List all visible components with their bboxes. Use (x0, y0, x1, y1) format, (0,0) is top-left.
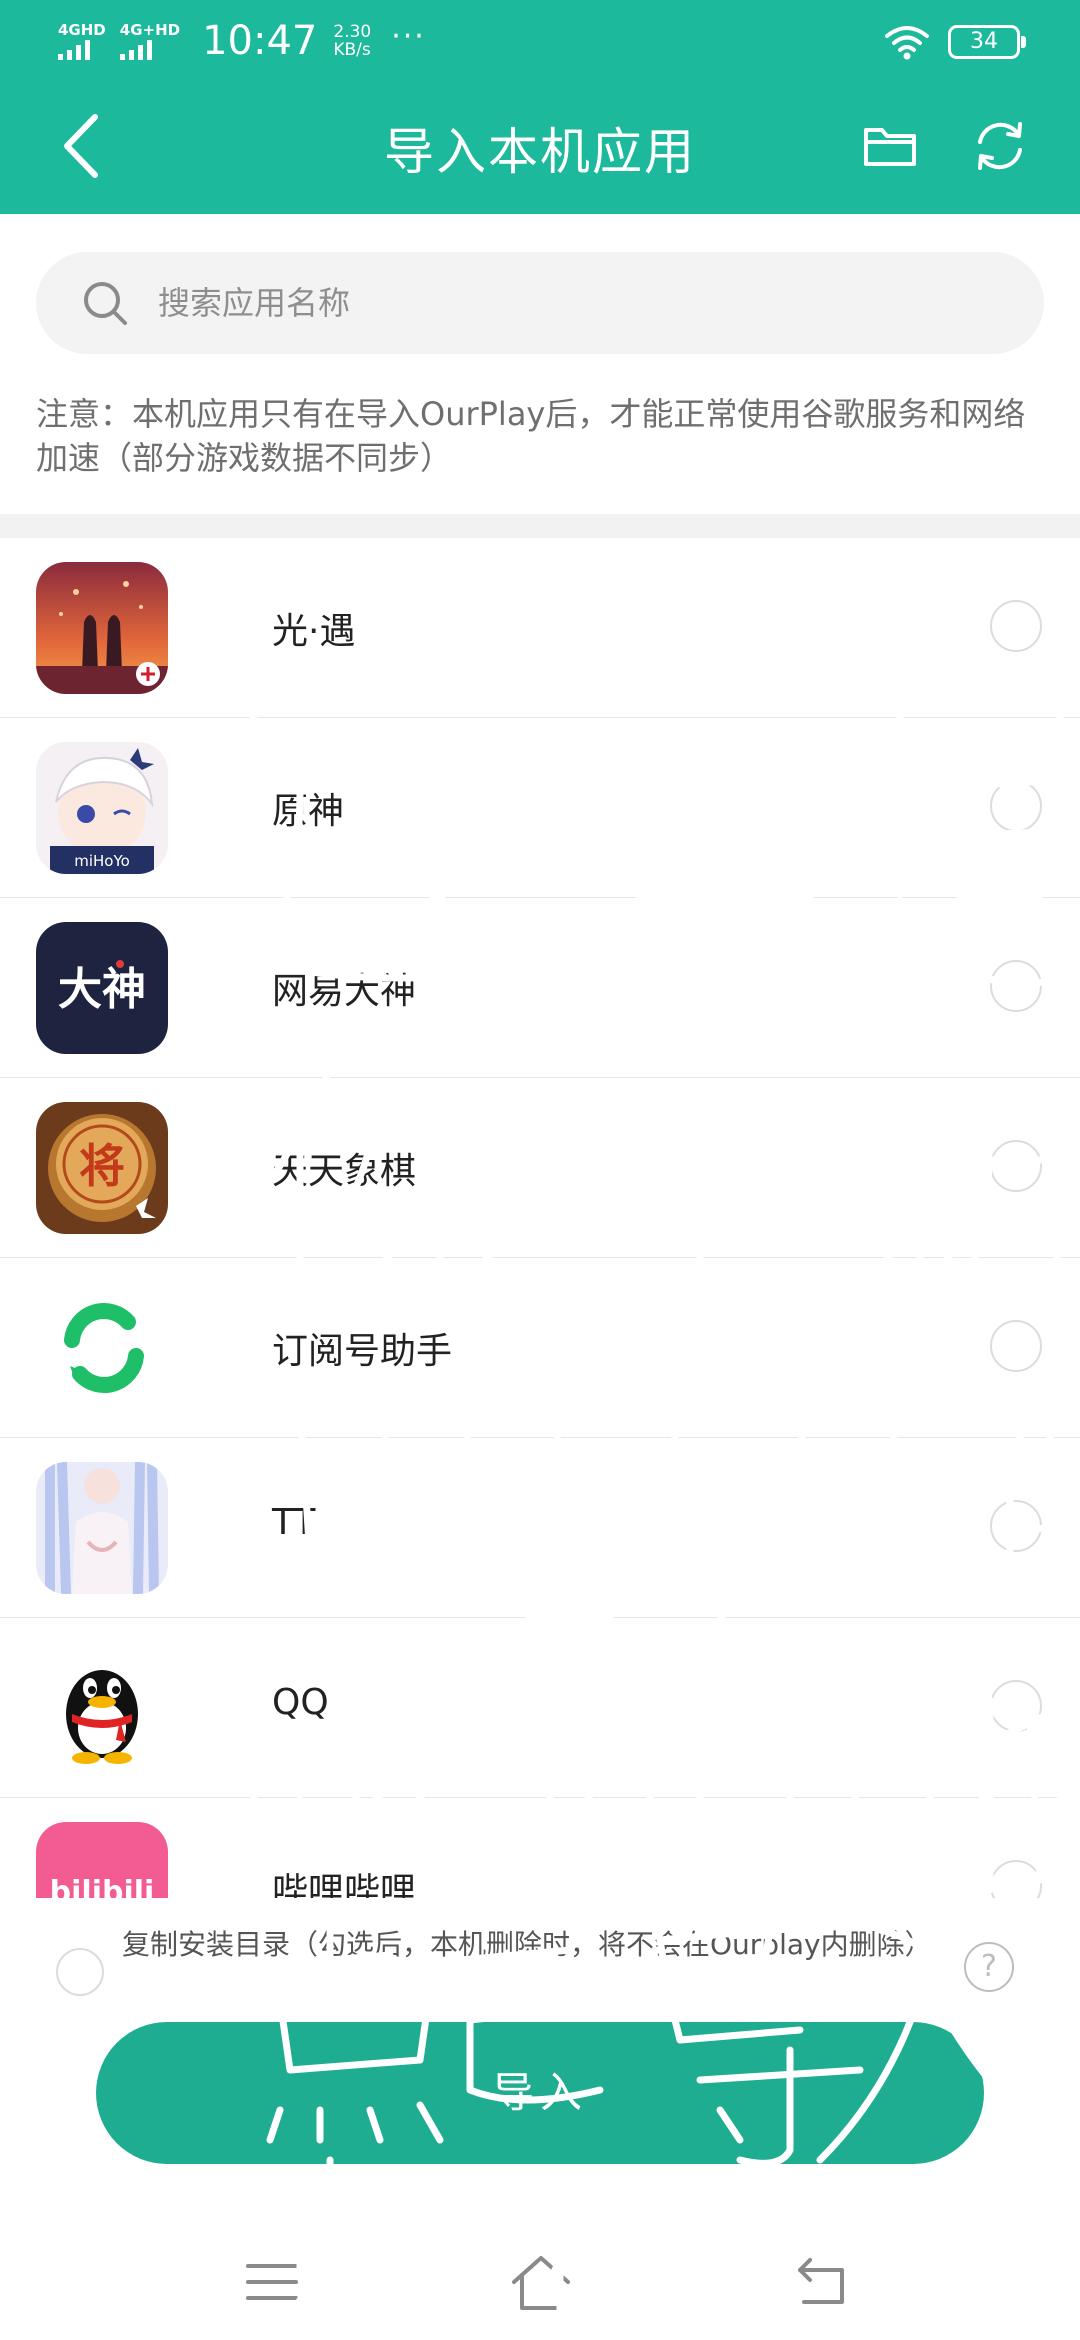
search-bar[interactable] (36, 252, 1044, 354)
import-button[interactable]: 导入 (96, 2022, 984, 2164)
app-name: TT (272, 1502, 316, 1543)
select-radio[interactable] (990, 960, 1042, 1012)
page-title: 导入本机应用 (384, 123, 696, 181)
chess-app-icon: 将 (36, 1102, 168, 1234)
signal-1-label: 4GHD (58, 20, 106, 39)
select-radio[interactable] (990, 1500, 1042, 1552)
notice-text: 注意：本机应用只有在导入OurPlay后，才能正常使用谷歌服务和网络加速（部分游… (36, 395, 1026, 477)
status-time: 10:47 (202, 18, 318, 64)
app-name: 光·遇 (272, 611, 356, 652)
network-speed: 2.30 KB/s (333, 23, 371, 59)
signal-2-label: 4G+HD (119, 20, 181, 39)
bilibili-app-icon: bilibili (36, 1822, 168, 1898)
battery-icon: 34 (948, 25, 1026, 59)
menu-icon[interactable] (244, 2260, 300, 2304)
bilibili-icon-label: bilibili (50, 1875, 155, 1898)
search-icon (84, 282, 127, 325)
wifi-icon (885, 26, 929, 60)
subscription-assistant-app-icon (36, 1282, 168, 1414)
back-arrow-icon[interactable] (792, 2256, 854, 2308)
list-item[interactable]: miHoYo 原神 (0, 718, 1080, 898)
search-input[interactable] (158, 284, 958, 322)
select-radio[interactable] (990, 1320, 1042, 1372)
app-name: 订阅号助手 (272, 1331, 453, 1372)
list-item[interactable]: QQ (0, 1618, 1080, 1798)
list-item[interactable]: 订阅号助手 (0, 1258, 1080, 1438)
copy-install-dir-label: 复制安装目录（勾选后，本机删除时，将不会在Ourplay内删除） (122, 1928, 933, 1961)
list-item[interactable]: bilibili 哔哩哔哩 (0, 1798, 1080, 1898)
select-radio[interactable] (990, 1140, 1042, 1192)
signal-2-icon: 4G+HD (119, 20, 181, 60)
sky-app-icon (36, 562, 168, 694)
system-nav-bar (0, 2232, 1080, 2340)
network-speed-value: 2.30 (333, 22, 372, 42)
select-radio[interactable] (990, 780, 1042, 832)
chess-icon-label: 将 (79, 1139, 125, 1193)
signal-1-icon: 4GHD (58, 20, 106, 60)
tt-app-icon (36, 1462, 168, 1594)
app-name: 天天象棋 (272, 1151, 417, 1192)
app-header: 4GHD 4G+HD 10:47 2.30 KB/s ··· 34 导入本机应用 (0, 0, 1080, 214)
app-name: 哔哩哔哩 (272, 1871, 417, 1898)
status-bar: 4GHD 4G+HD 10:47 2.30 KB/s ··· 34 (0, 0, 1080, 84)
refresh-button[interactable] (970, 116, 1030, 176)
help-icon[interactable]: ? (964, 1942, 1014, 1992)
copy-install-dir-checkbox[interactable] (56, 1948, 104, 1996)
netease-dashen-app-icon: 大神 (36, 922, 168, 1054)
section-divider (0, 514, 1080, 538)
more-notifications-icon: ··· (391, 18, 426, 54)
nav-bar: 导入本机应用 (0, 96, 1080, 196)
select-radio[interactable] (990, 1860, 1042, 1898)
list-item[interactable]: 光·遇 (0, 538, 1080, 718)
folder-icon (864, 128, 916, 166)
qq-app-icon (36, 1642, 168, 1774)
select-radio[interactable] (990, 600, 1042, 652)
list-item[interactable]: TT (0, 1438, 1080, 1618)
select-radio[interactable] (990, 1680, 1042, 1732)
app-name: 网易大神 (272, 971, 417, 1012)
refresh-icon (978, 122, 1022, 170)
home-icon[interactable] (508, 2252, 574, 2312)
folder-button[interactable] (862, 118, 918, 174)
genshin-app-icon: miHoYo (36, 742, 168, 874)
genshin-icon-label: miHoYo (74, 852, 130, 870)
copy-install-dir-option[interactable]: 复制安装目录（勾选后，本机删除时，将不会在Ourplay内删除） ? (0, 1928, 1080, 2018)
list-item[interactable]: 大神 网易大神 (0, 898, 1080, 1078)
dashen-icon-label: 大神 (58, 964, 146, 1015)
app-list: 光·遇 miHoYo 原神 大神 网易大神 将 天天象棋 订阅号助手 TT QQ… (0, 538, 1080, 1898)
bottom-panel: 复制安装目录（勾选后，本机删除时，将不会在Ourplay内删除） ? 导入 (0, 1898, 1080, 2340)
app-name: QQ (272, 1682, 329, 1723)
list-item[interactable]: 将 天天象棋 (0, 1078, 1080, 1258)
app-name: 原神 (272, 791, 345, 832)
network-speed-unit: KB/s (333, 40, 371, 60)
